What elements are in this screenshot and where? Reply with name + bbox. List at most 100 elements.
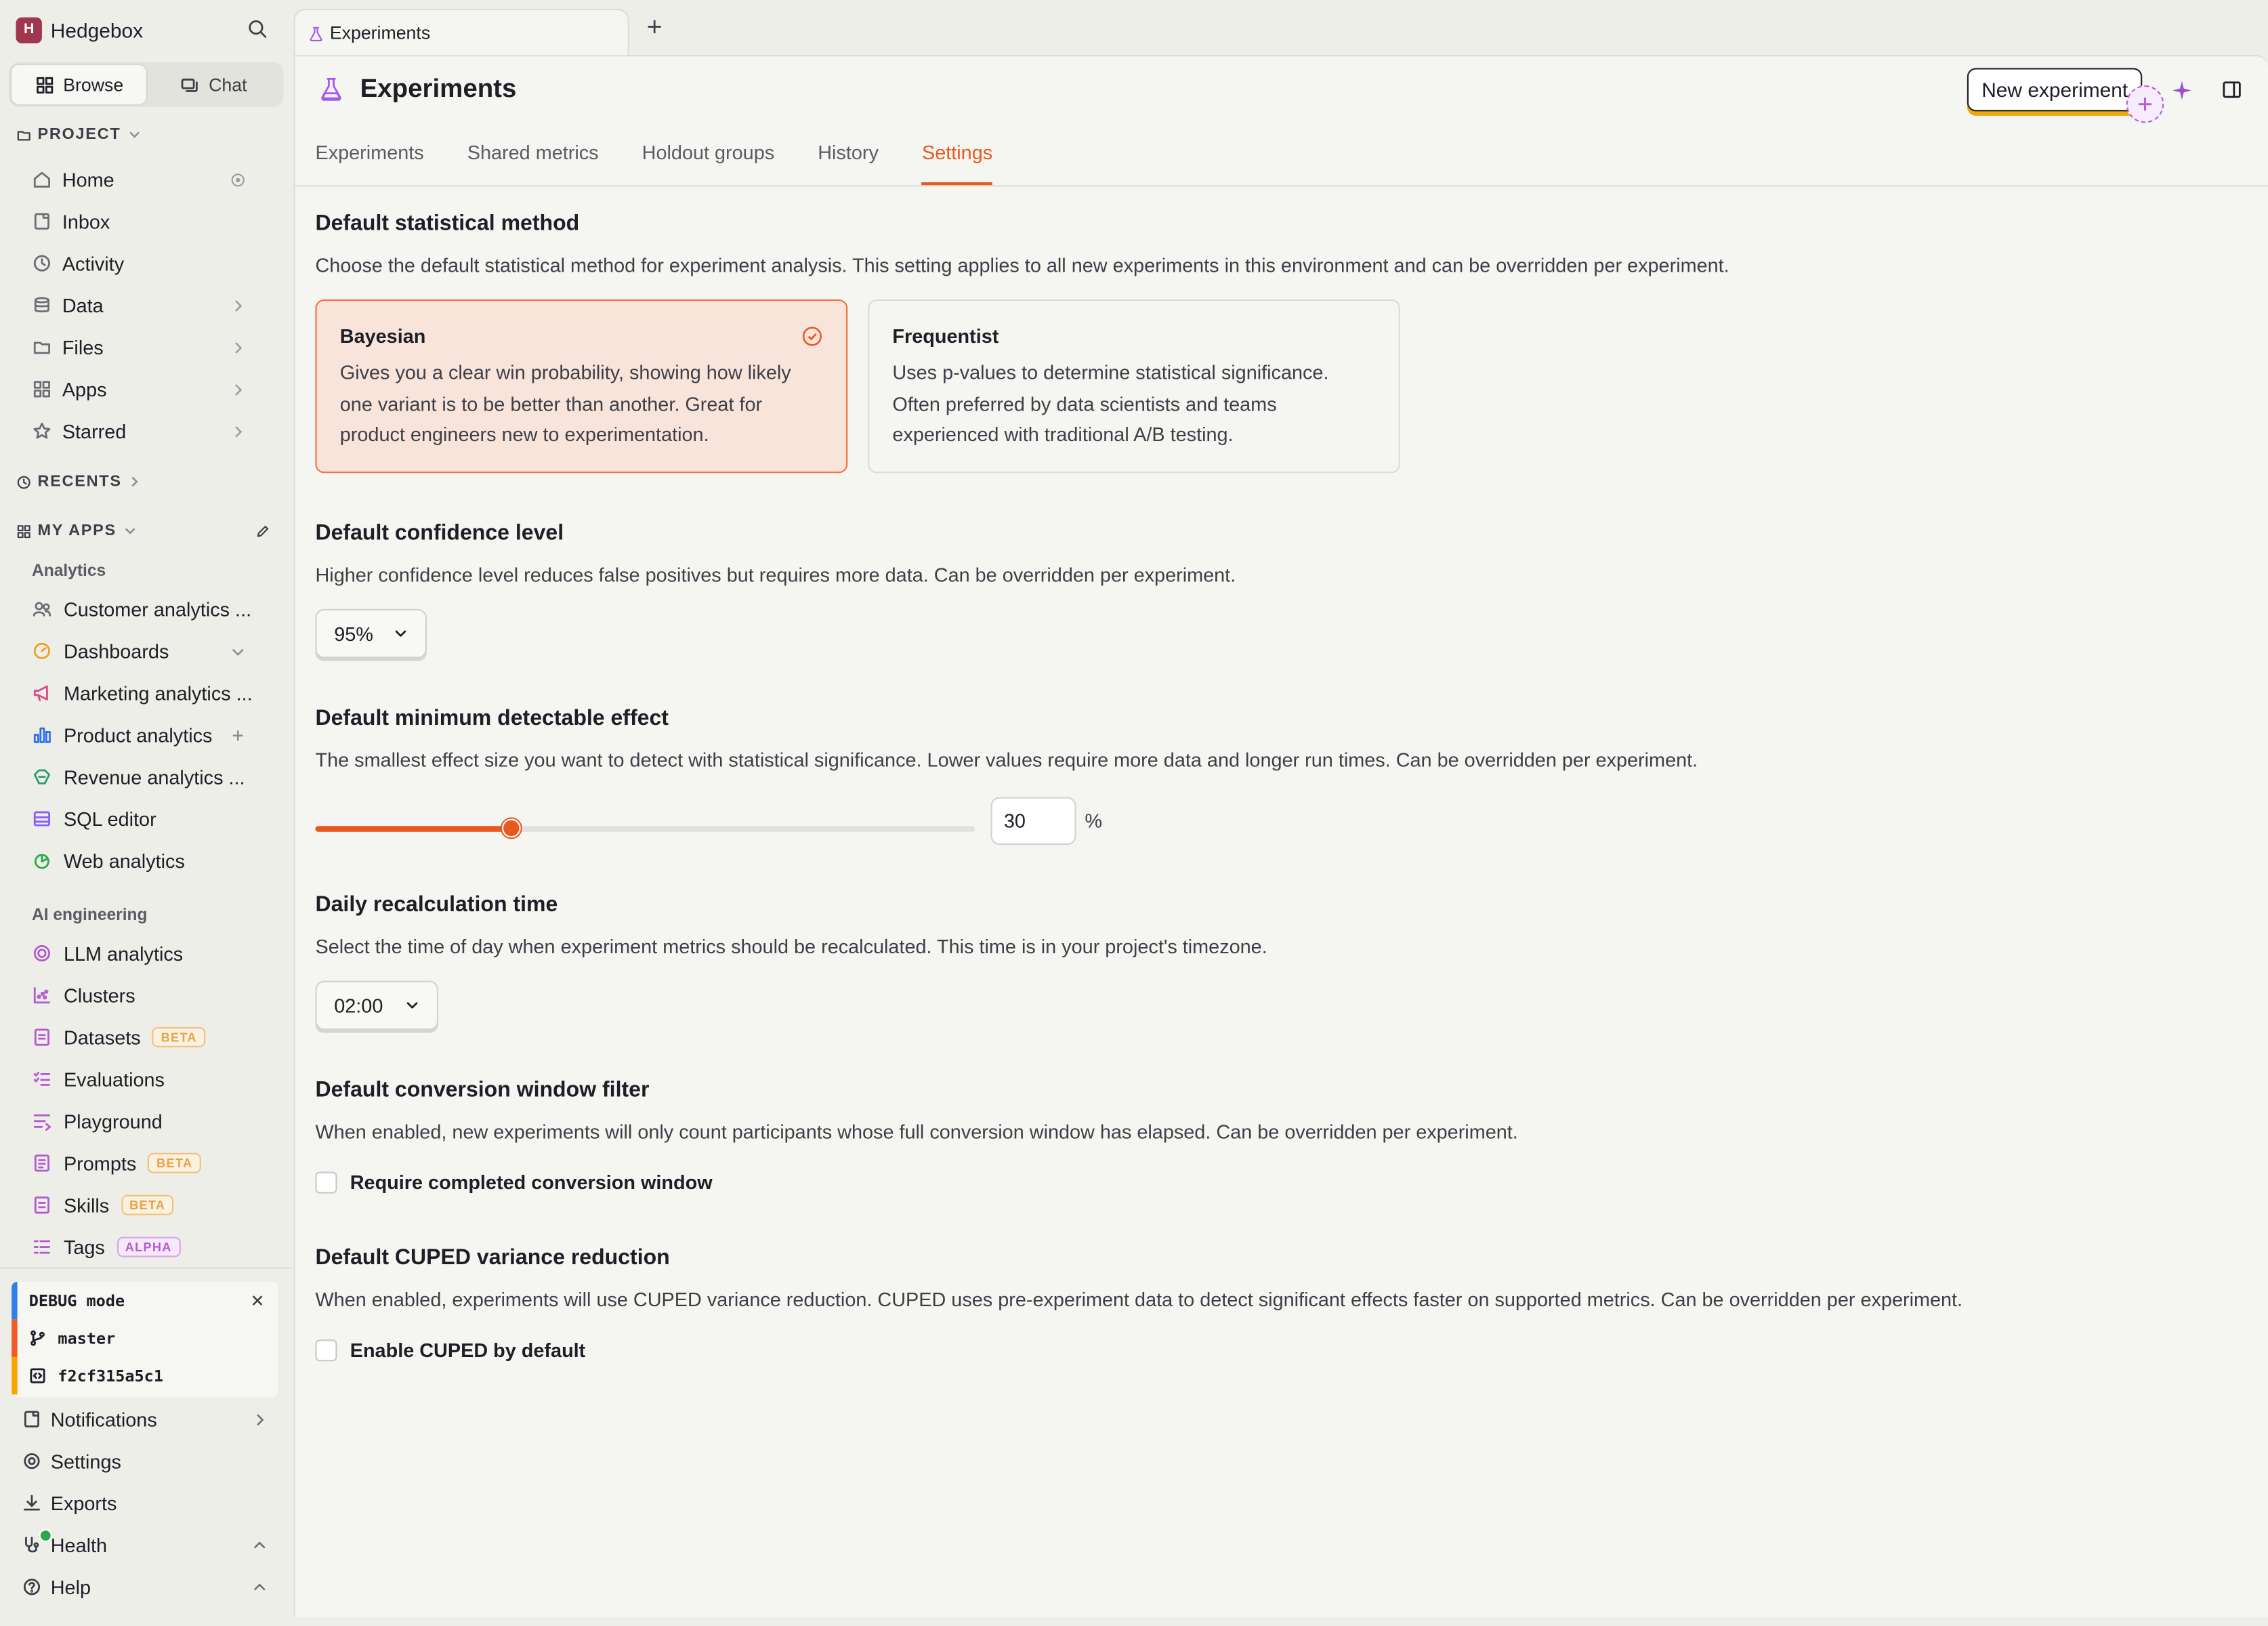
my-apps-section-header[interactable]: MY APPS (16, 522, 276, 539)
mde-slider[interactable] (315, 817, 975, 840)
project-section-header[interactable]: PROJECT (16, 125, 141, 144)
sidebar-item-health[interactable]: Health (16, 1526, 276, 1564)
close-icon[interactable] (249, 1292, 266, 1310)
statistical-method-desc: Choose the default statistical method fo… (315, 254, 1729, 276)
notifications-icon (22, 1409, 42, 1430)
sidebar-item-label: Dashboards (63, 640, 169, 662)
sidebar-item-customer-analytics[interactable]: Customer analytics ... (23, 590, 280, 628)
sidebar-item-data[interactable]: Data (23, 287, 280, 325)
frequentist-option-card[interactable]: Frequentist Uses p-values to determine s… (868, 299, 1400, 474)
recents-section-header[interactable]: RECENTS (16, 473, 142, 491)
sidebar-item-llm-analytics[interactable]: LLM analytics (23, 934, 280, 972)
side-panel-toggle-icon[interactable] (2222, 79, 2242, 100)
sparkle-icon[interactable] (2171, 79, 2193, 101)
analytics-group-label: Analytics (31, 562, 106, 581)
sidebar-item-product-analytics[interactable]: Product analytics (23, 716, 280, 754)
sidebar-item-revenue-analytics[interactable]: Revenue analytics ... (23, 758, 280, 796)
pencil-icon[interactable] (255, 523, 270, 539)
cuped-checkbox[interactable] (315, 1339, 337, 1362)
tab-label: Experiments (329, 23, 431, 44)
sidebar-item-help[interactable]: Help (16, 1568, 276, 1606)
sidebar-item-tags[interactable]: Tags ALPHA (23, 1228, 280, 1266)
sidebar-item-prompts[interactable]: Prompts BETA (23, 1144, 280, 1182)
tab-experiments[interactable]: Experiments (293, 8, 629, 57)
sidebar-item-activity[interactable]: Activity (23, 245, 280, 283)
sidebar-item-marketing-analytics[interactable]: Marketing analytics ... (23, 674, 280, 712)
sidebar-item-apps[interactable]: Apps (23, 371, 280, 409)
mde-input[interactable]: 30 (990, 797, 1076, 845)
sidebar-item-clusters[interactable]: Clusters (23, 976, 280, 1014)
cuped-desc: When enabled, experiments will use CUPED… (315, 1289, 1963, 1311)
confidence-desc: Higher confidence level reduces false po… (315, 564, 1236, 586)
beta-badge: BETA (148, 1152, 202, 1173)
mde-value: 30 (1003, 810, 1026, 832)
subtab-history[interactable]: History (818, 142, 879, 185)
chat-tab[interactable]: Chat (146, 65, 281, 104)
home-icon (32, 169, 52, 190)
mde-title: Default minimum detectable effect (315, 705, 669, 731)
evaluations-icon (32, 1069, 52, 1089)
recalc-time-select[interactable]: 02:00 (315, 980, 438, 1030)
subtab-settings[interactable]: Settings (921, 142, 992, 186)
subtab-holdout-groups[interactable]: Holdout groups (642, 142, 775, 185)
sidebar-item-label: Files (62, 336, 104, 358)
chat-icon (180, 75, 200, 95)
sidebar-item-home[interactable]: Home (23, 161, 280, 199)
sidebar-item-notifications[interactable]: Notifications (16, 1400, 276, 1438)
workspace-switcher[interactable]: H Hedgebox (16, 14, 273, 45)
sidebar-item-starred[interactable]: Starred (23, 413, 280, 451)
chevron-right-icon (127, 474, 142, 488)
bar-chart-icon (32, 725, 52, 745)
debug-panel: DEBUG mode master f2cf315a5c1 (12, 1281, 278, 1398)
slider-thumb[interactable] (501, 818, 521, 838)
sidebar-item-evaluations[interactable]: Evaluations (23, 1060, 280, 1098)
search-icon[interactable] (247, 19, 268, 39)
settings-dot-icon[interactable] (230, 171, 245, 187)
sidebar-item-label: Starred (62, 420, 127, 442)
option-desc: Gives you a clear win probability, showi… (339, 361, 791, 446)
sidebar-item-exports[interactable]: Exports (16, 1484, 276, 1522)
beta-badge: BETA (152, 1027, 206, 1047)
check-circle-icon (801, 325, 823, 347)
option-desc: Uses p-values to determine statistical s… (892, 361, 1329, 446)
sidebar-item-skills[interactable]: Skills BETA (23, 1186, 280, 1224)
chevron-down-icon[interactable] (230, 643, 245, 659)
conversion-checkbox[interactable] (315, 1171, 337, 1194)
confidence-select[interactable]: 95% (315, 608, 427, 659)
grid-icon (32, 379, 52, 399)
sidebar-item-label: Evaluations (63, 1068, 165, 1090)
subtab-experiments[interactable]: Experiments (315, 142, 423, 185)
users-icon (32, 599, 52, 619)
slider-fill (315, 826, 511, 832)
sidebar-item-sql-editor[interactable]: SQL editor (23, 800, 280, 838)
sidebar-item-playground[interactable]: Playground (23, 1102, 280, 1140)
sidebar-item-inbox[interactable]: Inbox (23, 203, 280, 241)
bayesian-option-card[interactable]: Bayesian Gives you a clear win probabili… (315, 299, 848, 474)
project-label: PROJECT (37, 125, 121, 144)
cuped-checkbox-row[interactable]: Enable CUPED by default (315, 1339, 585, 1362)
conversion-checkbox-row[interactable]: Require completed conversion window (315, 1171, 713, 1194)
workspace-avatar: H (16, 16, 42, 43)
sidebar-item-settings[interactable]: Settings (16, 1442, 276, 1480)
subtab-shared-metrics[interactable]: Shared metrics (467, 142, 599, 185)
database-icon (32, 295, 52, 316)
new-tab-plus-icon[interactable] (645, 18, 664, 37)
sidebar-item-datasets[interactable]: Datasets BETA (23, 1018, 280, 1056)
conversion-title: Default conversion window filter (315, 1077, 650, 1103)
debug-branch: master (58, 1329, 116, 1348)
add-plus-icon[interactable] (2126, 85, 2164, 123)
plus-icon[interactable] (230, 727, 245, 743)
sidebar-item-label: Health (50, 1534, 108, 1556)
new-experiment-button[interactable]: New experiment (1967, 68, 2143, 112)
sidebar-item-dashboards[interactable]: Dashboards (23, 632, 280, 670)
chevron-down-icon (127, 127, 141, 142)
sidebar-item-files[interactable]: Files (23, 329, 280, 367)
browse-tab[interactable]: Browse (12, 65, 146, 104)
megaphone-icon (32, 683, 52, 703)
dashboard-icon (32, 641, 52, 661)
ai-engineering-group-label: AI engineering (31, 906, 148, 925)
sidebar-item-label: Revenue analytics ... (63, 766, 245, 788)
sidebar-item-web-analytics[interactable]: Web analytics (23, 842, 280, 880)
alpha-badge: ALPHA (116, 1236, 181, 1257)
download-icon (22, 1493, 42, 1514)
